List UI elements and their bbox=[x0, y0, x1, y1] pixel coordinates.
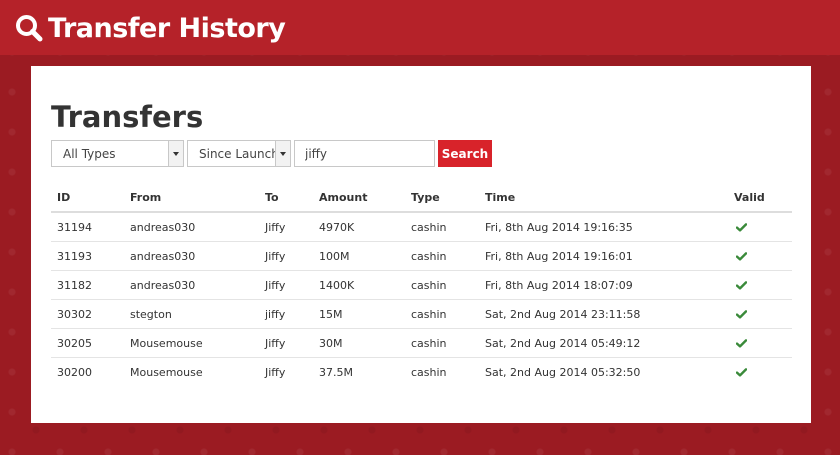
cell-from: andreas030 bbox=[124, 270, 259, 300]
table-row[interactable]: 31194 andreas030 Jiffy 4970K cashin Fri, 8th … bbox=[51, 212, 792, 242]
check-icon bbox=[736, 222, 747, 232]
cell-valid bbox=[728, 299, 792, 329]
range-select-value: Since Launch bbox=[199, 147, 279, 161]
app-title-text: Transfer History bbox=[48, 12, 286, 44]
cell-time: Sat, 2nd Aug 2014 05:32:50 bbox=[485, 365, 641, 379]
cell-amount: 15M bbox=[313, 299, 405, 329]
cell-type: cashin bbox=[405, 212, 479, 242]
cell-id: 31193 bbox=[51, 241, 124, 271]
app-title[interactable]: Transfer History bbox=[14, 9, 286, 47]
cell-to: Jiffy bbox=[259, 328, 313, 358]
check-icon bbox=[736, 367, 747, 377]
cell-from: andreas030 bbox=[124, 212, 259, 242]
table-header-row: ID From To Amount Type Time Valid bbox=[51, 183, 792, 213]
check-icon bbox=[736, 280, 747, 290]
cell-id: 30200 bbox=[57, 365, 92, 379]
cell-id: 30205 bbox=[51, 328, 124, 358]
cell-valid bbox=[728, 241, 792, 271]
column-header-valid[interactable]: Valid bbox=[728, 183, 792, 213]
cell-to: Jiffy bbox=[265, 365, 286, 379]
cell-from: Mousemouse bbox=[130, 365, 203, 379]
cell-valid bbox=[728, 212, 792, 242]
cell-valid bbox=[728, 270, 792, 300]
cell-id: 30302 bbox=[51, 299, 124, 329]
type-select[interactable]: All Types bbox=[51, 140, 184, 167]
check-icon bbox=[736, 338, 747, 348]
cell-time: Fri, 8th Aug 2014 19:16:35 bbox=[479, 212, 728, 242]
column-header-id[interactable]: ID bbox=[51, 183, 124, 213]
cell-time: Fri, 8th Aug 2014 18:07:09 bbox=[479, 270, 728, 300]
table-row[interactable]: 30302 stegton jiffy 15M cashin Sat, 2nd Aug 2… bbox=[51, 299, 792, 329]
cell-valid bbox=[728, 358, 792, 387]
check-icon bbox=[736, 309, 747, 319]
transfers-panel: Transfers All Types Since Launch Search … bbox=[31, 66, 811, 423]
search-icon bbox=[16, 15, 43, 42]
cell-time: Fri, 8th Aug 2014 19:16:01 bbox=[479, 241, 728, 271]
cell-valid bbox=[728, 328, 792, 358]
cell-id: 31194 bbox=[51, 212, 124, 242]
cell-amount: 1400K bbox=[313, 270, 405, 300]
cell-type: cashin bbox=[405, 328, 479, 358]
table-row[interactable]: 30205 Mousemouse Jiffy 30M cashin Sat, 2nd Au… bbox=[51, 328, 792, 358]
search-button[interactable]: Search bbox=[438, 140, 492, 167]
type-select-value: All Types bbox=[63, 147, 116, 161]
cell-type: cashin bbox=[405, 241, 479, 271]
cell-to: Jiffy bbox=[259, 212, 313, 242]
cell-to: jiffy bbox=[259, 299, 313, 329]
chevron-down-icon bbox=[275, 141, 290, 166]
cell-amount: 100M bbox=[313, 241, 405, 271]
cell-to: Jiffy bbox=[259, 241, 313, 271]
table-row[interactable]: 31193 andreas030 Jiffy 100M cashin Fri, 8th A… bbox=[51, 241, 792, 271]
column-header-type[interactable]: Type bbox=[405, 183, 479, 213]
table-body: 31194 andreas030 Jiffy 4970K cashin Fri, 8th … bbox=[51, 212, 792, 386]
cell-type: cashin bbox=[405, 270, 479, 300]
search-input[interactable] bbox=[294, 140, 435, 167]
table-row[interactable]: 31182 andreas030 Jiffy 1400K cashin Fri, 8th … bbox=[51, 270, 792, 300]
column-header-to[interactable]: To bbox=[259, 183, 313, 213]
check-icon bbox=[736, 251, 747, 261]
range-select[interactable]: Since Launch bbox=[187, 140, 291, 167]
cell-amount: 37.5M bbox=[319, 365, 353, 379]
transfers-table: ID From To Amount Type Time Valid 31194 a… bbox=[51, 183, 792, 386]
cell-type: cashin bbox=[405, 299, 479, 329]
cell-from: stegton bbox=[124, 299, 259, 329]
cell-to: Jiffy bbox=[259, 270, 313, 300]
chevron-down-icon bbox=[168, 141, 183, 166]
header-bar: Transfer History bbox=[0, 0, 840, 55]
cell-id: 31182 bbox=[51, 270, 124, 300]
column-header-time[interactable]: Time bbox=[479, 183, 728, 213]
cell-amount: 4970K bbox=[313, 212, 405, 242]
page-title: Transfers bbox=[51, 100, 204, 134]
table-row[interactable]: 30200 Mousemouse Jiffy 37.5M cashin Sat, 2nd … bbox=[51, 358, 792, 387]
cell-time: Sat, 2nd Aug 2014 05:49:12 bbox=[479, 328, 728, 358]
cell-from: Mousemouse bbox=[124, 328, 259, 358]
cell-type: cashin bbox=[411, 365, 447, 379]
column-header-amount[interactable]: Amount bbox=[313, 183, 405, 213]
cell-amount: 30M bbox=[313, 328, 405, 358]
cell-from: andreas030 bbox=[124, 241, 259, 271]
column-header-from[interactable]: From bbox=[124, 183, 259, 213]
cell-time: Sat, 2nd Aug 2014 23:11:58 bbox=[479, 299, 728, 329]
